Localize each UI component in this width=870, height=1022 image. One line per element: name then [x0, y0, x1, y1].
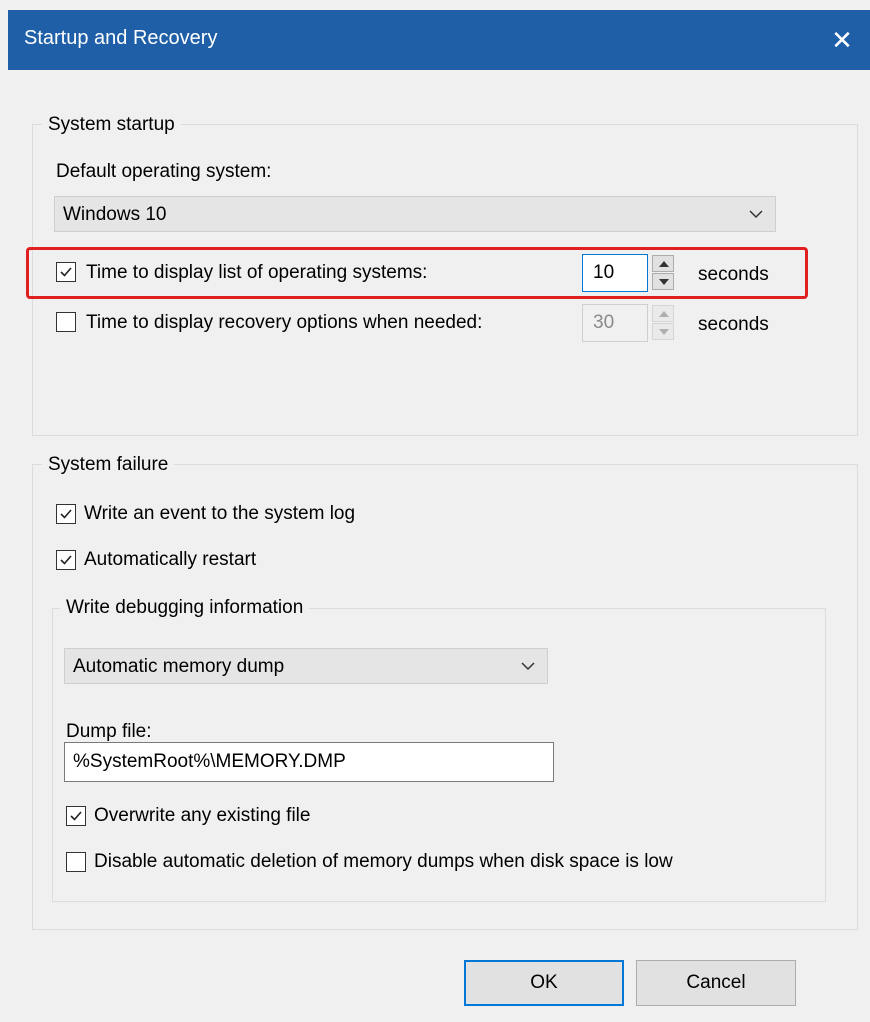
startup-recovery-dialog: Startup and Recovery ✕ System startup De… [0, 0, 870, 1022]
dump-file-input[interactable]: %SystemRoot%\MEMORY.DMP [64, 742, 554, 782]
spin-down-button[interactable] [652, 273, 674, 290]
overwrite-checkbox[interactable] [66, 806, 86, 826]
default-os-dropdown[interactable]: Windows 10 [54, 196, 776, 232]
display-recovery-spinner [652, 305, 674, 341]
dump-file-label: Dump file: [66, 721, 152, 742]
arrow-up-icon [659, 311, 669, 317]
overwrite-label: Overwrite any existing file [94, 805, 311, 826]
display-recovery-unit: seconds [698, 314, 769, 335]
display-list-seconds-value: 10 [593, 262, 615, 283]
chevron-down-icon [521, 662, 535, 671]
checkmark-icon [60, 509, 72, 519]
display-recovery-label: Time to display recovery options when ne… [86, 312, 483, 333]
checkmark-icon [60, 267, 72, 277]
dump-type-dropdown[interactable]: Automatic memory dump [64, 648, 548, 684]
arrow-down-icon [659, 279, 669, 285]
write-event-checkbox[interactable] [56, 504, 76, 524]
ok-button[interactable]: OK [464, 960, 624, 1006]
spin-up-button[interactable] [652, 305, 674, 322]
auto-restart-label: Automatically restart [84, 549, 257, 570]
window-title: Startup and Recovery [24, 27, 218, 49]
cancel-button[interactable]: Cancel [636, 960, 796, 1006]
arrow-up-icon [659, 261, 669, 267]
checkmark-icon [70, 811, 82, 821]
disable-auto-delete-label: Disable automatic deletion of memory dum… [94, 851, 673, 872]
spin-down-button[interactable] [652, 323, 674, 340]
system-failure-legend: System failure [42, 453, 175, 477]
spin-up-button[interactable] [652, 255, 674, 272]
disable-auto-delete-checkbox[interactable] [66, 852, 86, 872]
default-os-label: Default operating system: [56, 161, 272, 182]
display-list-spinner [652, 255, 674, 291]
write-event-label: Write an event to the system log [84, 503, 356, 524]
display-list-checkbox[interactable] [56, 262, 76, 282]
debug-info-legend: Write debugging information [60, 596, 310, 620]
checkmark-icon [60, 555, 72, 565]
display-recovery-checkbox[interactable] [56, 312, 76, 332]
title-bar: Startup and Recovery ✕ [8, 10, 870, 70]
system-startup-legend: System startup [42, 113, 181, 137]
auto-restart-checkbox[interactable] [56, 550, 76, 570]
display-list-unit: seconds [698, 264, 769, 285]
dump-file-value: %SystemRoot%\MEMORY.DMP [73, 751, 346, 772]
default-os-value: Windows 10 [63, 204, 167, 225]
display-recovery-seconds-input[interactable]: 30 [582, 304, 648, 342]
display-list-seconds-input[interactable]: 10 [582, 254, 648, 292]
dump-type-value: Automatic memory dump [73, 656, 285, 677]
display-recovery-seconds-value: 30 [593, 312, 615, 333]
chevron-down-icon [749, 210, 763, 219]
display-list-label: Time to display list of operating system… [86, 262, 428, 283]
arrow-down-icon [659, 329, 669, 335]
close-icon[interactable]: ✕ [822, 20, 862, 60]
